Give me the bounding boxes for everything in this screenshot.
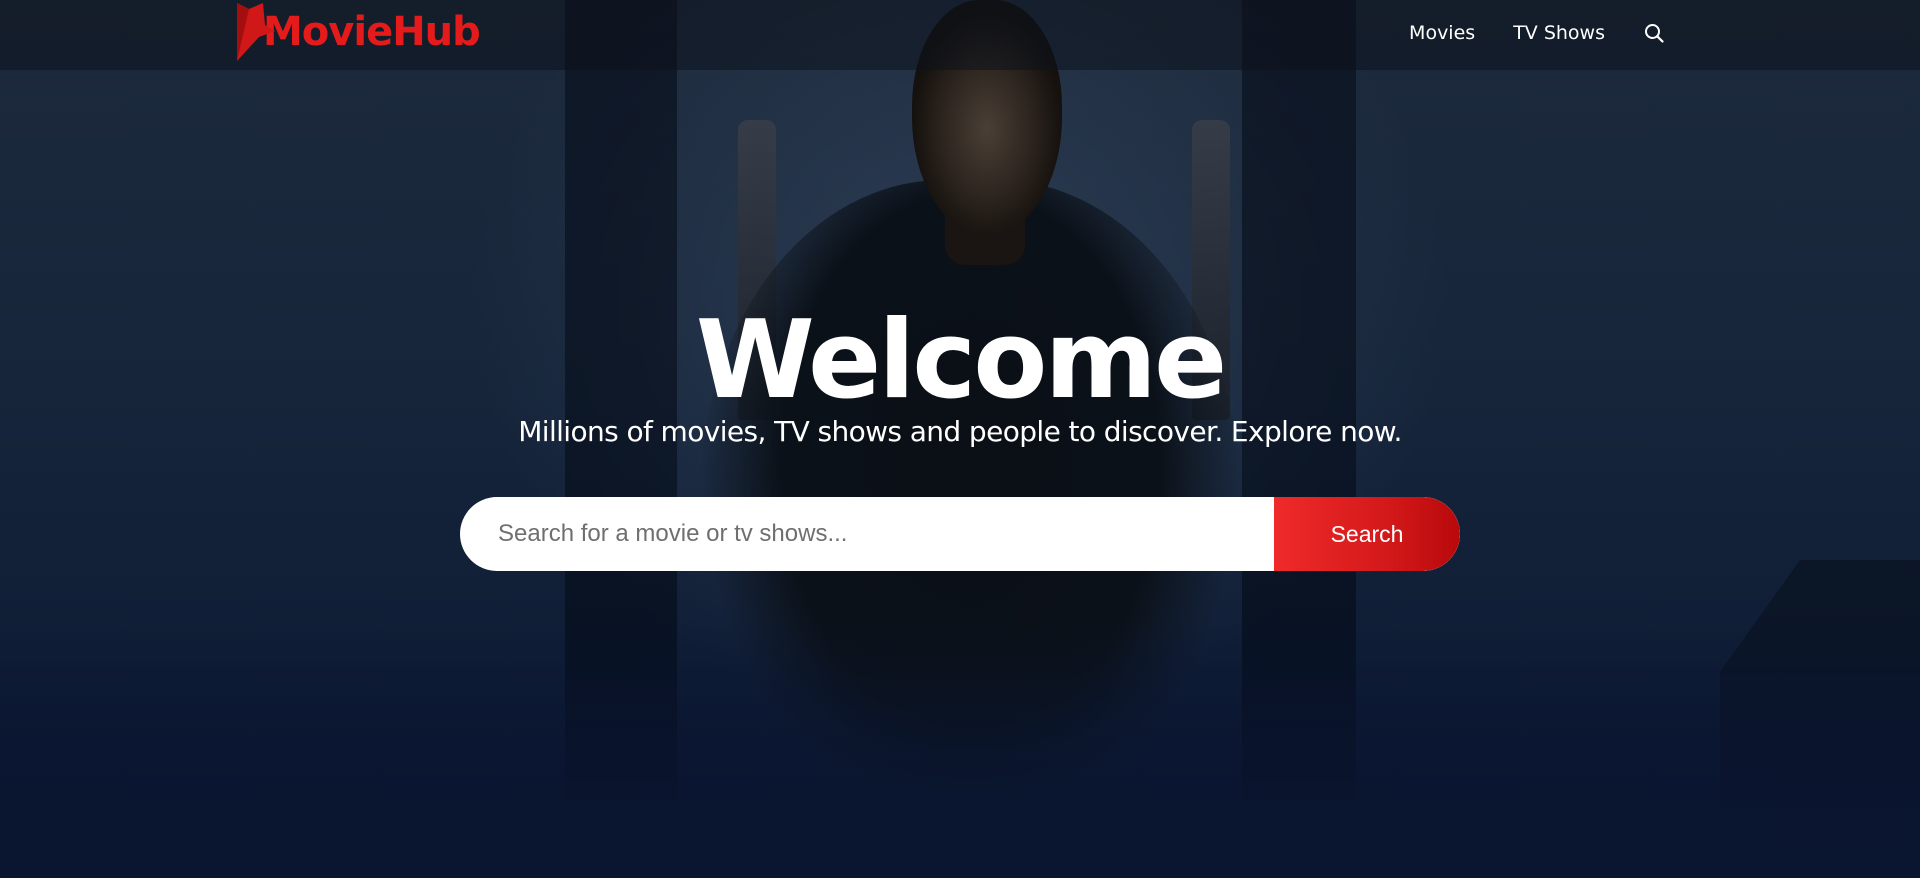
hero-section: MovieHub Movies TV Shows Welcome Million… xyxy=(0,0,1920,878)
logo-mark-icon xyxy=(235,1,275,61)
site-logo[interactable]: MovieHub xyxy=(235,0,481,62)
search-input[interactable] xyxy=(460,497,1274,571)
nav-link-tv-shows[interactable]: TV Shows xyxy=(1513,22,1605,44)
search-button[interactable]: Search xyxy=(1274,497,1460,571)
nav-link-movies[interactable]: Movies xyxy=(1409,22,1475,44)
hero-subtitle: Millions of movies, TV shows and people … xyxy=(518,415,1402,448)
hero-search-bar: Search xyxy=(460,497,1460,571)
site-header: MovieHub Movies TV Shows xyxy=(0,0,1920,70)
logo-text: MovieHub xyxy=(263,9,481,55)
search-icon[interactable] xyxy=(1643,22,1665,44)
hero-content: Welcome Millions of movies, TV shows and… xyxy=(0,0,1920,878)
main-nav: Movies TV Shows xyxy=(1409,0,1665,66)
hero-title: Welcome xyxy=(695,298,1228,423)
